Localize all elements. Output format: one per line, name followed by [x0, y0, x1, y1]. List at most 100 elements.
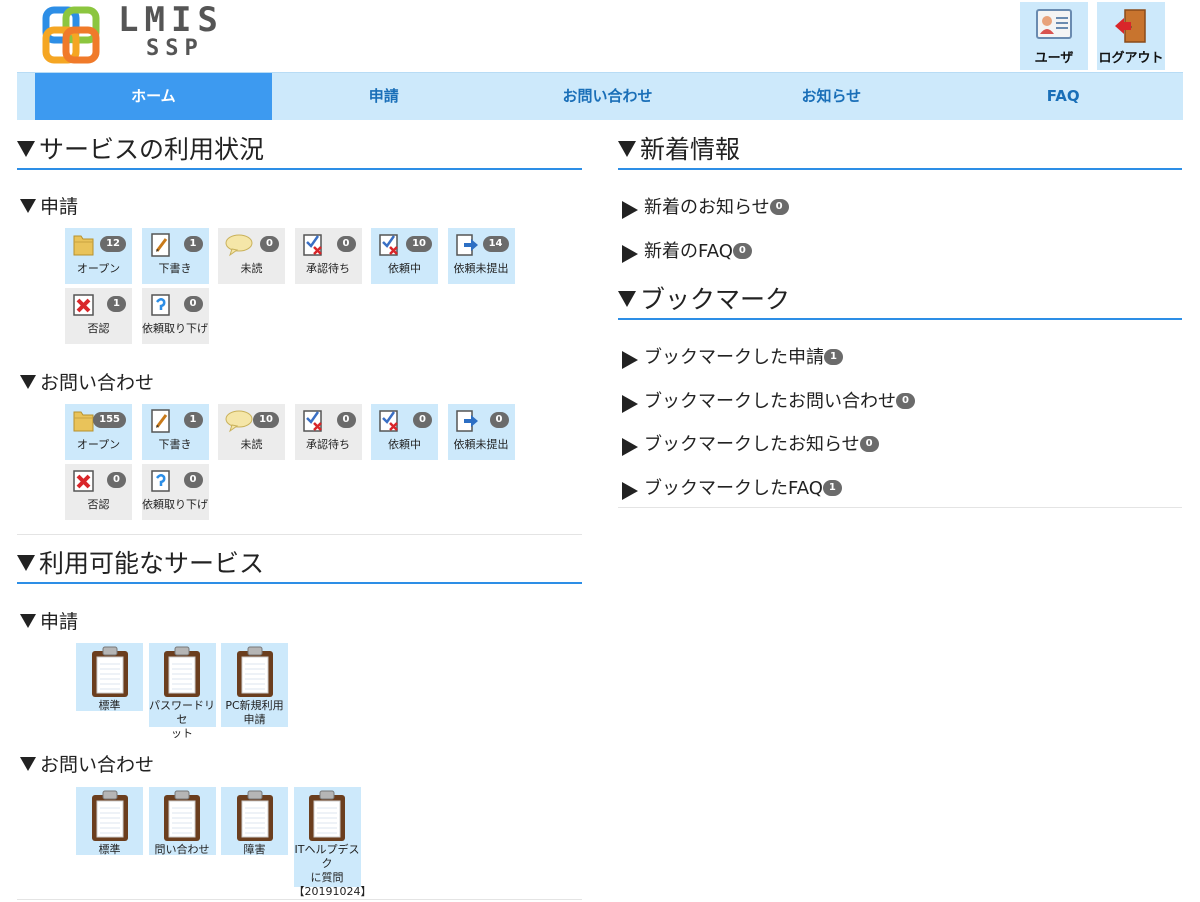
service-label: に質問: [310, 871, 344, 884]
services-inquiry-title: お問い合わせ: [20, 750, 154, 777]
bookmark-link-request[interactable]: ブックマークした申請 1: [622, 343, 843, 369]
service-item[interactable]: 標準: [76, 643, 143, 712]
expand-triangle-icon: [622, 438, 638, 456]
collapse-triangle-icon[interactable]: [618, 291, 636, 307]
bookmark-link-faq[interactable]: ブックマークしたFAQ 1: [622, 474, 842, 500]
count-badge: 1: [183, 236, 203, 252]
tile-label: 下書き: [158, 262, 192, 275]
tile-label: 依頼未提出: [453, 262, 509, 275]
service-item[interactable]: 障害: [221, 787, 288, 856]
collapse-triangle-icon[interactable]: [17, 141, 35, 157]
status-tile[interactable]: 1 下書き: [141, 404, 209, 460]
divider: [17, 899, 582, 900]
status-tile[interactable]: 0 承認待ち: [294, 228, 362, 284]
service-item[interactable]: パスワードリセ ット: [148, 643, 216, 740]
service-item[interactable]: 標準: [76, 787, 143, 856]
user-card-icon: [1036, 9, 1072, 39]
unsubmitted-arrow-icon: [454, 408, 480, 437]
status-tile[interactable]: 1 下書き: [141, 228, 209, 284]
folder-icon: [71, 232, 97, 261]
speech-bubble-icon: [224, 232, 254, 261]
status-tile[interactable]: 0 依頼中: [371, 404, 438, 460]
status-tile[interactable]: 0 依頼取り下げ: [141, 288, 209, 344]
count-badge: 0: [769, 199, 789, 215]
service-item[interactable]: PC新規利用 申請: [221, 643, 288, 727]
user-button[interactable]: ユーザ: [1020, 2, 1088, 70]
speech-bubble-icon: [224, 408, 254, 437]
tile-label: 依頼中: [388, 438, 421, 451]
status-tile[interactable]: 10 未読: [218, 404, 285, 460]
tile-label: 未読: [240, 262, 263, 275]
status-tile[interactable]: 1 否認: [65, 288, 132, 344]
clipboard-icon: [236, 646, 273, 697]
request-check-icon: [377, 408, 403, 437]
bookmark-link-notice[interactable]: ブックマークしたお知らせ 0: [622, 430, 879, 456]
status-tile[interactable]: 14 依頼未提出: [447, 228, 515, 284]
count-badge: 0: [107, 472, 126, 488]
clipboard-icon: [309, 790, 345, 841]
collapse-triangle-icon[interactable]: [17, 555, 35, 571]
count-badge: 0: [336, 236, 356, 252]
tab-request[interactable]: 申請: [272, 73, 496, 120]
clipboard-icon: [236, 790, 273, 841]
bookmark-link-label: ブックマークしたFAQ: [644, 478, 823, 499]
logout-door-icon: [1115, 9, 1146, 43]
collapse-triangle-icon[interactable]: [20, 613, 36, 628]
logout-label: ログアウト: [1098, 51, 1164, 66]
collapse-triangle-icon[interactable]: [20, 198, 36, 213]
divider: [618, 507, 1182, 508]
service-label: ット: [171, 727, 193, 740]
collapse-triangle-icon[interactable]: [618, 141, 636, 157]
count-badge: 0: [183, 296, 203, 312]
tile-label: 依頼取り下げ: [142, 498, 208, 511]
service-item[interactable]: 問い合わせ: [148, 787, 216, 856]
bookmark-link-label: ブックマークしたお問い合わせ: [644, 391, 896, 412]
tab-notice[interactable]: お知らせ: [719, 73, 943, 120]
count-badge: 0: [896, 393, 915, 409]
rejected-x-icon: [71, 292, 97, 321]
draft-pencil-icon: [148, 232, 174, 261]
news-title-text: 新着情報: [640, 135, 741, 164]
services-request-title-text: 申請: [40, 611, 79, 633]
count-badge: 0: [732, 243, 752, 259]
tile-label: 否認: [87, 322, 110, 335]
main-nav: ホーム 申請 お問い合わせ お知らせ FAQ: [17, 72, 1183, 120]
collapse-triangle-icon[interactable]: [20, 756, 36, 771]
count-badge: 10: [253, 412, 279, 428]
status-tile[interactable]: 0 未読: [218, 228, 285, 284]
tab-inquiry[interactable]: お問い合わせ: [496, 73, 720, 120]
tile-label: 依頼取り下げ: [142, 322, 208, 335]
news-link-notice[interactable]: 新着のお知らせ 0: [622, 193, 789, 219]
status-tile[interactable]: 155 オープン: [65, 404, 132, 460]
logout-button[interactable]: ログアウト: [1097, 2, 1165, 70]
status-tile[interactable]: 0 依頼取り下げ: [141, 464, 209, 520]
services-title-text: 利用可能なサービス: [39, 549, 265, 578]
count-badge: 0: [183, 472, 203, 488]
tab-faq[interactable]: FAQ: [943, 73, 1183, 120]
clipboard-icon: [164, 790, 200, 841]
withdraw-return-icon: [148, 292, 174, 321]
status-tile[interactable]: 0 承認待ち: [294, 404, 362, 460]
status-tile[interactable]: 10 依頼中: [371, 228, 438, 284]
bookmark-link-inquiry[interactable]: ブックマークしたお問い合わせ 0: [622, 387, 915, 413]
news-section-title: 新着情報: [618, 130, 1182, 170]
tile-label: 承認待ち: [306, 438, 350, 451]
count-badge: 0: [336, 412, 356, 428]
status-tile[interactable]: 0 否認: [65, 464, 132, 520]
collapse-triangle-icon[interactable]: [20, 374, 36, 389]
lmis-logo-icon: [42, 6, 100, 64]
usage-section-title: サービスの利用状況: [17, 130, 582, 170]
service-item[interactable]: ITヘルプデスク に質問 【20191024】: [293, 787, 372, 898]
rejected-x-icon: [71, 468, 97, 497]
status-tile[interactable]: 12 オープン: [65, 228, 132, 284]
tile-label: 依頼未提出: [453, 438, 509, 451]
tile-label: 承認待ち: [306, 262, 350, 275]
draft-pencil-icon: [148, 408, 174, 437]
expand-triangle-icon: [622, 351, 638, 369]
news-link-faq[interactable]: 新着のFAQ 0: [622, 237, 752, 263]
expand-triangle-icon: [622, 245, 638, 263]
status-tile[interactable]: 0 依頼未提出: [447, 404, 515, 460]
service-label: 【20191024】: [293, 885, 372, 898]
tile-label: オープン: [76, 438, 121, 451]
tab-home[interactable]: ホーム: [35, 73, 272, 120]
